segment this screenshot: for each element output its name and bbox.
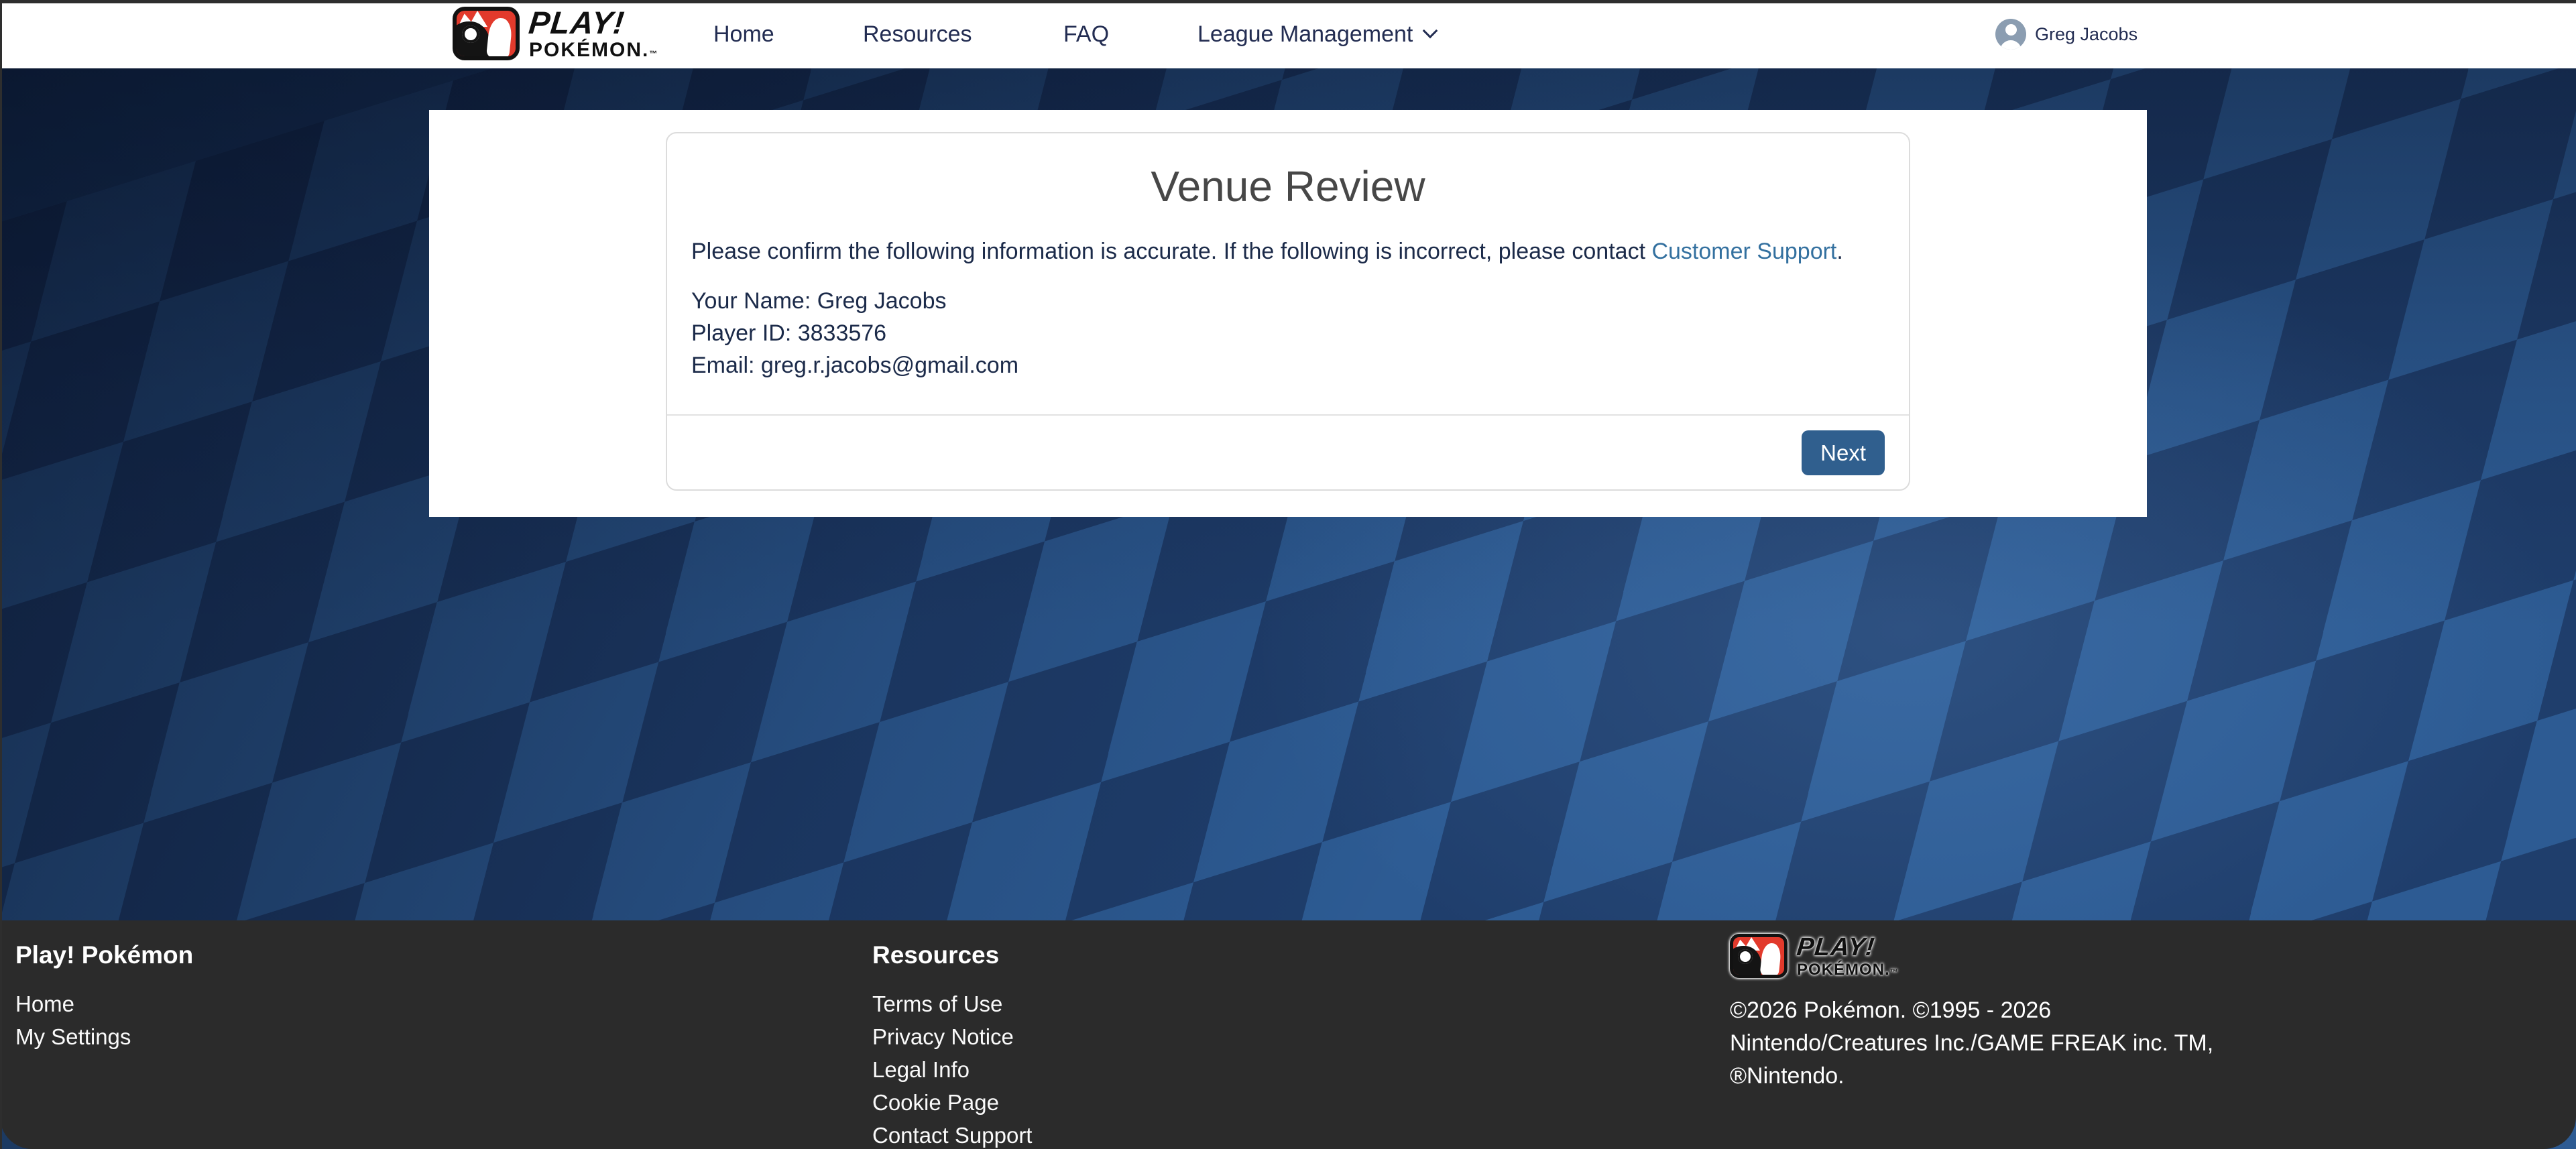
footer-logo-play-text: PLAY! — [1796, 934, 1900, 960]
confirmation-text: Please confirm the following information… — [691, 238, 1885, 265]
footer-heading-resources: Resources — [872, 941, 1032, 970]
page-title: Venue Review — [667, 160, 1909, 213]
footer-link-privacy-notice[interactable]: Privacy Notice — [872, 1020, 1032, 1053]
trademark-symbol: ™ — [1890, 967, 1899, 977]
window-edge-top — [0, 0, 2576, 3]
intro-text: Please confirm the following information… — [691, 239, 1651, 264]
user-name: Greg Jacobs — [2035, 24, 2138, 45]
player-info: Your Name: Greg Jacobs Player ID: 383357… — [691, 285, 1885, 381]
play-pokemon-badge-icon — [453, 7, 520, 60]
trademark-symbol: ™ — [649, 49, 658, 58]
footer-play-pokemon-logo: PLAY! POKÉMON.™ — [1730, 934, 2213, 978]
copyright-line-3: ®Nintendo. — [1730, 1060, 2213, 1093]
footer-link-my-settings[interactable]: My Settings — [15, 1020, 193, 1053]
nav-item-league-management[interactable]: League Management — [1197, 0, 1436, 68]
footer-links-play-pokemon: Home My Settings — [15, 987, 193, 1053]
intro-text-end: . — [1836, 239, 1842, 264]
footer-link-contact-support[interactable]: Contact Support — [872, 1119, 1032, 1149]
pokeball-icon — [1738, 949, 1753, 964]
footer-link-home[interactable]: Home — [15, 987, 193, 1020]
play-pokemon-logo[interactable]: PLAY! POKÉMON.™ — [453, 7, 658, 60]
logo-pokemon-text: POKÉMON.™ — [529, 40, 658, 60]
footer-link-terms-of-use[interactable]: Terms of Use — [872, 987, 1032, 1020]
nav-item-home[interactable]: Home — [713, 0, 774, 68]
user-avatar-icon — [1995, 19, 2026, 50]
chevron-down-icon — [1423, 23, 1438, 39]
logo-play-text: PLAY! — [528, 7, 660, 38]
footer-link-legal-info[interactable]: Legal Info — [872, 1053, 1032, 1086]
pokeball-icon — [462, 25, 479, 43]
card-actions: Next — [667, 416, 1909, 475]
next-button[interactable]: Next — [1802, 430, 1885, 475]
footer-column-brand: PLAY! POKÉMON.™ ©2026 Pokémon. ©1995 - 2… — [1730, 920, 2213, 1093]
footer-logo-text: PLAY! POKÉMON.™ — [1797, 934, 1899, 978]
footer-play-pokemon-badge-icon — [1730, 934, 1788, 978]
top-navbar: PLAY! POKÉMON.™ Home Resources FAQ Leagu… — [0, 0, 2576, 68]
nav-item-resources[interactable]: Resources — [863, 0, 972, 68]
logo-pokemon-word: POKÉMON. — [529, 39, 649, 61]
user-menu[interactable]: Greg Jacobs — [1995, 0, 2138, 68]
player-email-line: Email: greg.r.jacobs@gmail.com — [691, 349, 1885, 381]
customer-support-link[interactable]: Customer Support — [1651, 239, 1836, 264]
page: PLAY! POKÉMON.™ Home Resources FAQ Leagu… — [0, 0, 2576, 1149]
site-footer: Play! Pokémon Home My Settings Resources… — [0, 920, 2576, 1149]
window-edge-left — [0, 0, 2, 1149]
footer-column-resources: Resources Terms of Use Privacy Notice Le… — [872, 920, 1032, 1149]
copyright-line-1: ©2026 Pokémon. ©1995 - 2026 — [1730, 994, 2213, 1027]
footer-logo-pokemon-text: POKÉMON.™ — [1797, 962, 1899, 978]
copyright-line-2: Nintendo/Creatures Inc./GAME FREAK inc. … — [1730, 1027, 2213, 1060]
footer-column-play-pokemon: Play! Pokémon Home My Settings — [15, 920, 193, 1053]
nav-item-faq[interactable]: FAQ — [1063, 0, 1109, 68]
copyright-text: ©2026 Pokémon. ©1995 - 2026 Nintendo/Cre… — [1730, 994, 2213, 1093]
trainer-silhouette — [486, 17, 513, 59]
content-panel: Venue Review Please confirm the followin… — [429, 110, 2147, 517]
footer-link-cookie-page[interactable]: Cookie Page — [872, 1086, 1032, 1119]
player-name-line: Your Name: Greg Jacobs — [691, 285, 1885, 317]
trainer-silhouette — [1759, 943, 1781, 978]
player-id-line: Player ID: 3833576 — [691, 317, 1885, 349]
footer-logo-pokemon-word: POKÉMON. — [1797, 961, 1890, 979]
league-management-label: League Management — [1197, 21, 1413, 47]
venue-review-card: Venue Review Please confirm the followin… — [666, 132, 1910, 491]
footer-links-resources: Terms of Use Privacy Notice Legal Info C… — [872, 987, 1032, 1149]
logo-text: PLAY! POKÉMON.™ — [529, 7, 658, 60]
footer-heading-play-pokemon: Play! Pokémon — [15, 941, 193, 970]
